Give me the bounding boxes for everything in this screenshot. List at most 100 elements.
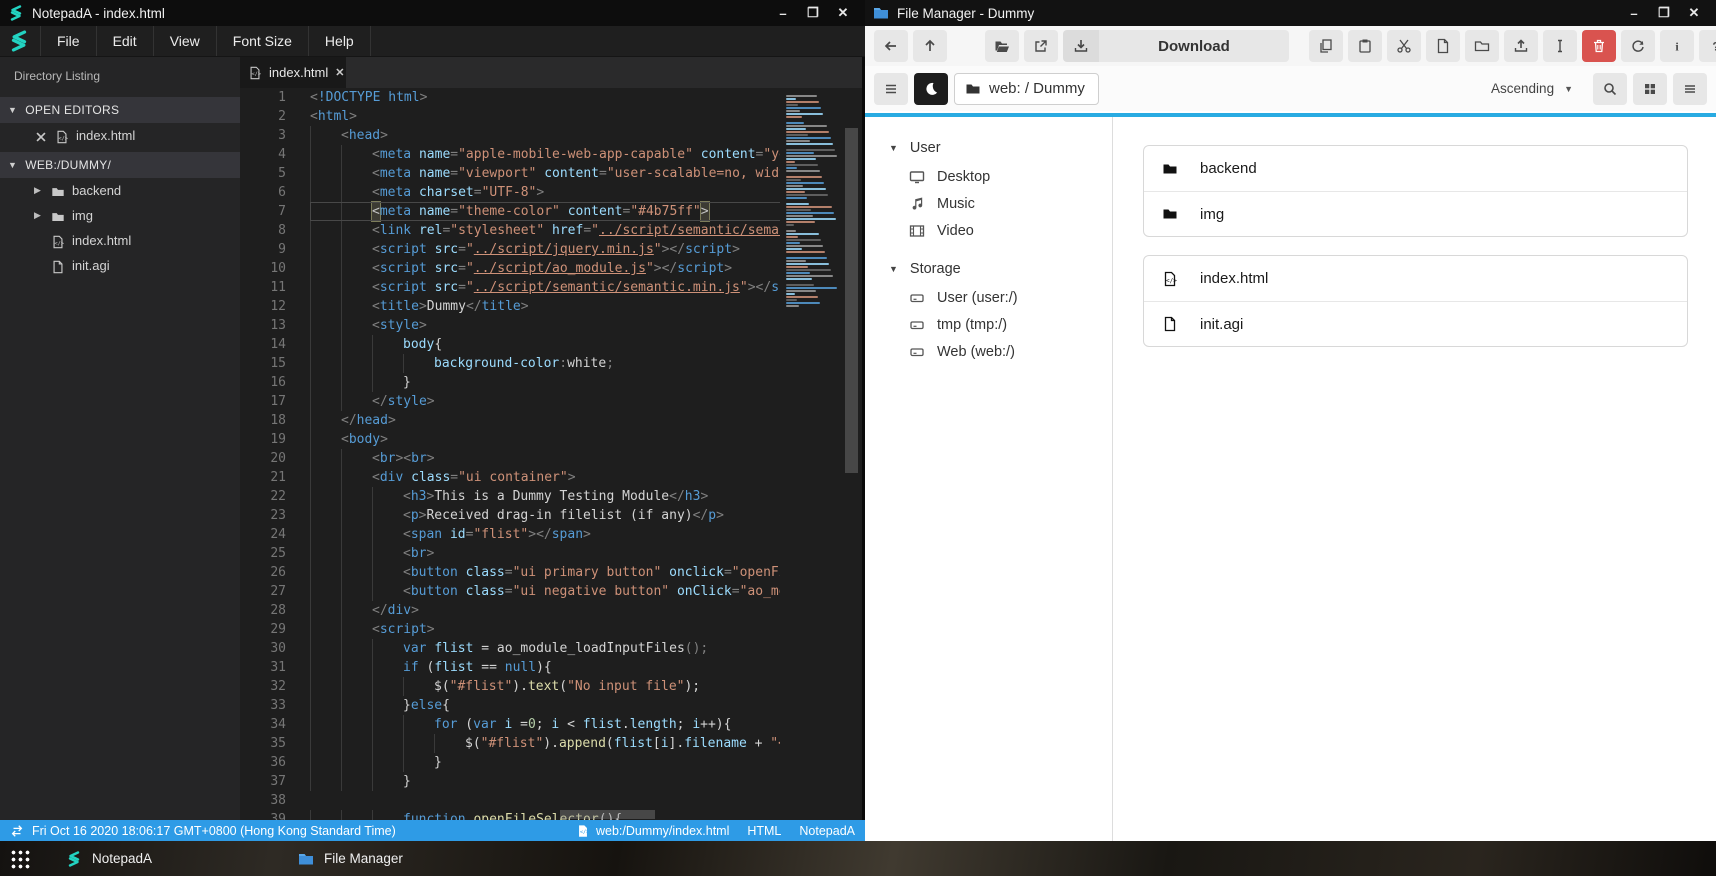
cut-button[interactable] bbox=[1387, 30, 1421, 62]
up-button[interactable] bbox=[913, 30, 947, 62]
open-folder-button[interactable] bbox=[985, 30, 1019, 62]
file-manager-titlebar[interactable]: File Manager - Dummy – ❐ ✕ bbox=[865, 0, 1716, 26]
download-button[interactable]: Download bbox=[1063, 30, 1289, 62]
tree-item-index-html[interactable]: </> index.html bbox=[0, 123, 240, 148]
code-editor[interactable]: </> index.html ✕ 1 < !DOCTYPE html >2 < html >… bbox=[240, 57, 865, 820]
file-manager-pathbar: web: / Dummy Ascending ▼ bbox=[865, 66, 1716, 111]
fm-sidebar-item-tmp-tmp-[interactable]: tmp (tmp:/) bbox=[865, 311, 1112, 338]
file-row-index-html[interactable]: </> index.html bbox=[1144, 256, 1687, 301]
minimap-line bbox=[786, 287, 837, 289]
file-row-img[interactable]: img bbox=[1144, 191, 1687, 236]
file-row-init-agi[interactable]: init.agi bbox=[1144, 301, 1687, 346]
tab-close-icon[interactable]: ✕ bbox=[335, 66, 344, 79]
download-label[interactable]: Download bbox=[1099, 30, 1289, 62]
minimize-icon[interactable]: – bbox=[775, 6, 791, 21]
minimap-line bbox=[786, 260, 806, 262]
rename-button[interactable] bbox=[1543, 30, 1577, 62]
minimap-line bbox=[786, 239, 821, 241]
grid-view-icon bbox=[1642, 81, 1658, 97]
sidebar-section-web-dummy-[interactable]: ▼ WEB:/DUMMY/ bbox=[0, 152, 240, 178]
minimap-line bbox=[786, 290, 816, 292]
restore-icon[interactable]: ❐ bbox=[1656, 5, 1672, 21]
minimap[interactable] bbox=[780, 88, 842, 820]
fm-sidebar-item-music[interactable]: Music bbox=[865, 190, 1112, 217]
info-button[interactable]: i bbox=[1660, 30, 1694, 62]
taskbar-item-file-manager[interactable]: File Manager bbox=[288, 841, 413, 876]
editor-horizontal-scrollbar[interactable] bbox=[560, 810, 655, 819]
fm-sidebar-item-web-web-[interactable]: Web (web:/) bbox=[865, 338, 1112, 365]
folder-blue-icon bbox=[873, 5, 889, 21]
line-number: 11 bbox=[270, 280, 286, 295]
menu-help[interactable]: Help bbox=[309, 26, 371, 56]
back-button[interactable] bbox=[874, 30, 908, 62]
tree-item-index-html[interactable]: </> index.html bbox=[0, 228, 240, 253]
path-box[interactable]: web: / Dummy bbox=[954, 72, 1099, 105]
line-number: 2 bbox=[278, 109, 286, 124]
hamburger-menu-button[interactable] bbox=[874, 72, 908, 105]
fm-section-user[interactable]: ▼ User bbox=[865, 133, 1112, 163]
fm-sidebar-item-video[interactable]: Video bbox=[865, 217, 1112, 244]
tree-item-init-agi[interactable]: init.agi bbox=[0, 253, 240, 278]
file-row-backend[interactable]: backend bbox=[1144, 146, 1687, 191]
minimap-line bbox=[786, 248, 802, 250]
code-area[interactable]: 1 < !DOCTYPE html >2 < html >3 < head >4 < meta nam… bbox=[240, 88, 862, 820]
upload-button[interactable] bbox=[1504, 30, 1538, 62]
line-number: 1 bbox=[278, 90, 286, 105]
external-link-button[interactable] bbox=[1024, 30, 1058, 62]
minimap-line bbox=[786, 302, 820, 304]
menu-view[interactable]: View bbox=[154, 26, 217, 56]
notepada-titlebar[interactable]: NotepadA - index.html – ❐ ✕ bbox=[0, 0, 865, 26]
fm-sidebar-item-user-user-[interactable]: User (user:/) bbox=[865, 284, 1112, 311]
list-view-icon bbox=[1682, 81, 1698, 97]
new-file-button[interactable] bbox=[1426, 30, 1460, 62]
statusbar-language[interactable]: HTML bbox=[747, 824, 781, 838]
tab-index-html[interactable]: </> index.html ✕ bbox=[240, 57, 346, 88]
line-number: 16 bbox=[270, 375, 286, 390]
minimap-line bbox=[786, 122, 804, 124]
code-line-31: 31 if (flist == null){ bbox=[240, 658, 862, 677]
minimap-line bbox=[786, 257, 827, 259]
close-icon[interactable] bbox=[34, 129, 48, 143]
tree-item-backend[interactable]: ▶ backend bbox=[0, 178, 240, 203]
sort-order-dropdown[interactable]: Ascending ▼ bbox=[1477, 73, 1587, 105]
editor-vertical-scrollbar[interactable] bbox=[842, 88, 862, 820]
restore-icon[interactable]: ❐ bbox=[805, 5, 821, 21]
minimap-line bbox=[786, 266, 808, 268]
minimize-icon[interactable]: – bbox=[1626, 6, 1642, 21]
line-number: 33 bbox=[270, 698, 286, 713]
search-button[interactable] bbox=[1593, 72, 1627, 105]
copy-button[interactable] bbox=[1309, 30, 1343, 62]
help-button[interactable]: ? bbox=[1699, 30, 1716, 62]
code-line-29: 29 < script > bbox=[240, 620, 862, 639]
code-line-39: 39 function openFileSelector(){ bbox=[240, 810, 862, 820]
chevron-down-icon: ▼ bbox=[8, 105, 18, 115]
line-number: 28 bbox=[270, 603, 286, 618]
code-line-18: 18 </head > bbox=[240, 411, 862, 430]
code-line-26: 26 < button class = "ui primary button" oncl… bbox=[240, 563, 862, 582]
app-launcher-icon[interactable] bbox=[10, 848, 30, 869]
scrollbar-thumb[interactable] bbox=[845, 128, 858, 473]
delete-button[interactable] bbox=[1582, 30, 1616, 62]
video-icon bbox=[909, 223, 925, 239]
menu-font-size[interactable]: Font Size bbox=[217, 26, 309, 56]
grid-view-button[interactable] bbox=[1633, 72, 1667, 105]
tree-item-img[interactable]: ▶ img bbox=[0, 203, 240, 228]
minimap-line bbox=[786, 251, 825, 253]
fm-sidebar-item-desktop[interactable]: Desktop bbox=[865, 163, 1112, 190]
tab-label: index.html bbox=[269, 65, 329, 80]
code-line-28: 28 </div > bbox=[240, 601, 862, 620]
close-icon[interactable]: ✕ bbox=[1686, 5, 1702, 21]
dark-mode-toggle-button[interactable] bbox=[914, 72, 948, 105]
refresh-button[interactable] bbox=[1621, 30, 1655, 62]
minimap-line bbox=[786, 137, 831, 139]
new-folder-button[interactable] bbox=[1465, 30, 1499, 62]
svg-text:</>: </> bbox=[59, 136, 68, 142]
taskbar-item-notepada[interactable]: NotepadA bbox=[56, 841, 162, 876]
menu-edit[interactable]: Edit bbox=[97, 26, 154, 56]
list-view-button[interactable] bbox=[1673, 72, 1707, 105]
fm-section-storage[interactable]: ▼ Storage bbox=[865, 254, 1112, 284]
paste-button[interactable] bbox=[1348, 30, 1382, 62]
sidebar-section-open-editors[interactable]: ▼ OPEN EDITORS bbox=[0, 97, 240, 123]
menu-file[interactable]: File bbox=[41, 26, 97, 56]
close-icon[interactable]: ✕ bbox=[835, 5, 851, 21]
